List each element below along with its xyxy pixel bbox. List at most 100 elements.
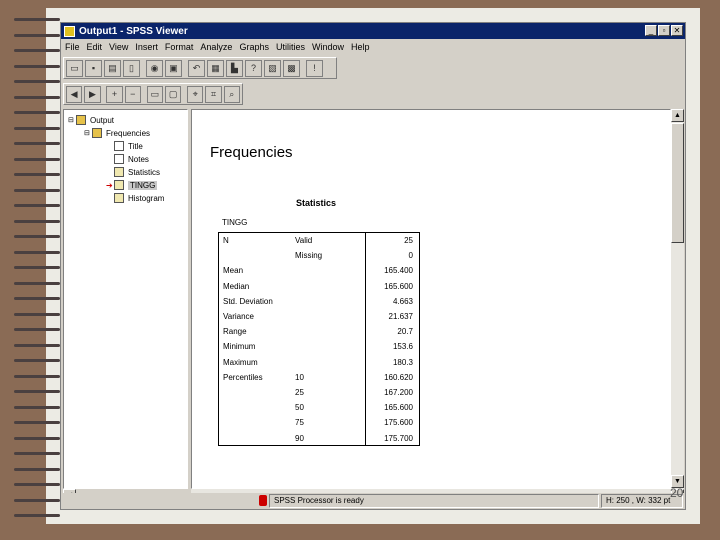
binding-ring <box>14 374 60 378</box>
title-bar: Output1 - SPSS Viewer _ ▫ ✕ <box>61 23 685 39</box>
hide-icon[interactable]: ▢ <box>165 85 182 103</box>
binding-ring <box>14 390 60 393</box>
menu-graphs[interactable]: Graphs <box>239 40 269 54</box>
tree-item-frequencies[interactable]: ⊟ Frequencies <box>84 127 150 139</box>
stat-label-cell: N <box>223 236 229 245</box>
stat-value-cell: 25 <box>404 236 413 245</box>
goto-data-icon[interactable]: ▦ <box>207 59 224 77</box>
scroll-up-icon[interactable]: ▲ <box>671 109 684 122</box>
menu-edit[interactable]: Edit <box>87 40 103 54</box>
variable-name: TINGG <box>222 218 248 227</box>
binding-ring <box>14 452 60 455</box>
stat-value-cell: 4.663 <box>392 296 413 306</box>
goto-chart-icon[interactable]: ▙ <box>226 59 243 77</box>
print-preview-icon[interactable]: ▯ <box>123 59 140 77</box>
stat-sub-cell: 50 <box>295 403 304 413</box>
minimize-button[interactable]: _ <box>645 25 657 36</box>
stat-sub-cell: Missing <box>295 251 323 261</box>
promote-icon[interactable]: ◀ <box>66 85 83 103</box>
output-content-pane: Frequencies Statistics TINGG N Valid 25 Mis… <box>191 109 671 489</box>
menu-analyze[interactable]: Analyze <box>200 40 232 54</box>
binding-ring <box>14 95 60 99</box>
export-icon[interactable]: ◉ <box>146 59 163 77</box>
tree-item-notes[interactable]: Notes <box>114 153 149 165</box>
menu-insert[interactable]: Insert <box>135 40 158 54</box>
tree-item-tingg[interactable]: ➔ TINGG <box>106 179 158 191</box>
spiral-binding <box>0 0 60 540</box>
demote-icon[interactable]: ▶ <box>84 85 101 103</box>
frequencies-heading: Frequencies <box>210 144 293 161</box>
stat-value-cell: 167.200 <box>384 388 413 397</box>
binding-ring <box>14 498 60 502</box>
binding-ring <box>14 80 60 83</box>
insert-heading-icon[interactable]: ⌖ <box>187 85 204 103</box>
insert-text-icon[interactable]: ⌕ <box>223 85 240 103</box>
spss-app-icon <box>64 25 75 37</box>
scroll-thumb[interactable] <box>671 123 684 243</box>
stat-value-cell: 20.7 <box>397 327 413 337</box>
binding-ring <box>14 64 60 68</box>
stat-label-cell: Minimum <box>223 342 256 352</box>
processor-status: SPSS Processor is ready <box>269 494 599 508</box>
binding-ring <box>14 33 60 37</box>
binding-ring <box>14 18 60 21</box>
stat-value-cell: 175.600 <box>384 418 413 428</box>
tree-item-histogram[interactable]: Histogram <box>114 192 164 204</box>
expand-icon[interactable]: + <box>106 85 123 103</box>
stat-label-cell: Median <box>223 281 250 291</box>
binding-ring <box>14 343 60 347</box>
select-cases-icon[interactable]: ▧ <box>264 59 281 77</box>
menu-view[interactable]: View <box>109 40 128 54</box>
show-icon[interactable]: ▭ <box>146 85 164 103</box>
designate-window-icon[interactable]: ▩ <box>283 59 300 77</box>
collapse-icon[interactable]: − <box>124 85 141 103</box>
save-icon[interactable]: ▪ <box>85 59 102 77</box>
tree-item-title[interactable]: Title <box>114 140 143 152</box>
menu-file[interactable]: File <box>65 40 80 54</box>
notes-icon <box>114 154 124 164</box>
binding-ring <box>14 49 60 52</box>
menu-help[interactable]: Help <box>351 40 370 54</box>
binding-ring <box>14 204 60 207</box>
binding-ring <box>14 405 60 409</box>
dialog-recall-icon[interactable]: ▣ <box>165 59 182 77</box>
stat-sub-cell: 75 <box>295 418 304 428</box>
stat-label-cell: Mean <box>223 266 244 276</box>
menu-utilities[interactable]: Utilities <box>276 40 305 54</box>
binding-ring <box>14 126 60 130</box>
binding-ring <box>14 173 60 176</box>
tree-item-statistics[interactable]: Statistics <box>114 166 160 178</box>
stat-sub-cell: 10 <box>295 372 304 382</box>
output-book-icon <box>76 115 86 125</box>
statistics-table[interactable]: N Valid 25 Missing 0 Mean 165.400 Median 165.600… <box>218 232 420 446</box>
binding-ring <box>14 514 60 517</box>
menu-format[interactable]: Format <box>165 40 194 54</box>
stat-value-cell: 165.600 <box>384 403 413 413</box>
tree-item-label: Histogram <box>128 193 165 203</box>
variables-icon[interactable]: ? <box>245 59 262 77</box>
insert-title-icon[interactable]: ⌗ <box>205 85 222 103</box>
chart-icon <box>114 193 124 203</box>
title-icon <box>114 141 124 151</box>
close-button[interactable]: ✕ <box>671 25 683 36</box>
tree-item-output[interactable]: ⊟ Output <box>68 114 114 126</box>
stat-value-cell: 153.6 <box>392 342 413 352</box>
binding-ring <box>14 281 60 285</box>
alert-icon[interactable]: ! <box>306 59 323 77</box>
stat-value-cell: 165.400 <box>384 266 413 276</box>
stat-label-cell: Percentiles <box>223 372 263 382</box>
maximize-button[interactable]: ▫ <box>658 25 670 36</box>
undo-icon[interactable]: ↶ <box>188 59 205 77</box>
stat-sub-cell: 25 <box>295 388 304 397</box>
open-folder-icon[interactable]: ▭ <box>66 59 83 77</box>
tree-item-label: Title <box>128 141 143 151</box>
menu-window[interactable]: Window <box>312 40 344 54</box>
tree-item-label: Frequencies <box>106 128 151 138</box>
print-icon[interactable]: ▤ <box>104 59 121 77</box>
slide-page: Output1 - SPSS Viewer _ ▫ ✕ File Edit Vi… <box>0 0 720 540</box>
book-icon <box>92 128 102 138</box>
binding-ring <box>14 266 60 269</box>
processor-status-icon <box>259 495 267 506</box>
vertical-scrollbar[interactable]: ▲ ▼ <box>671 109 684 489</box>
binding-ring <box>14 111 60 114</box>
